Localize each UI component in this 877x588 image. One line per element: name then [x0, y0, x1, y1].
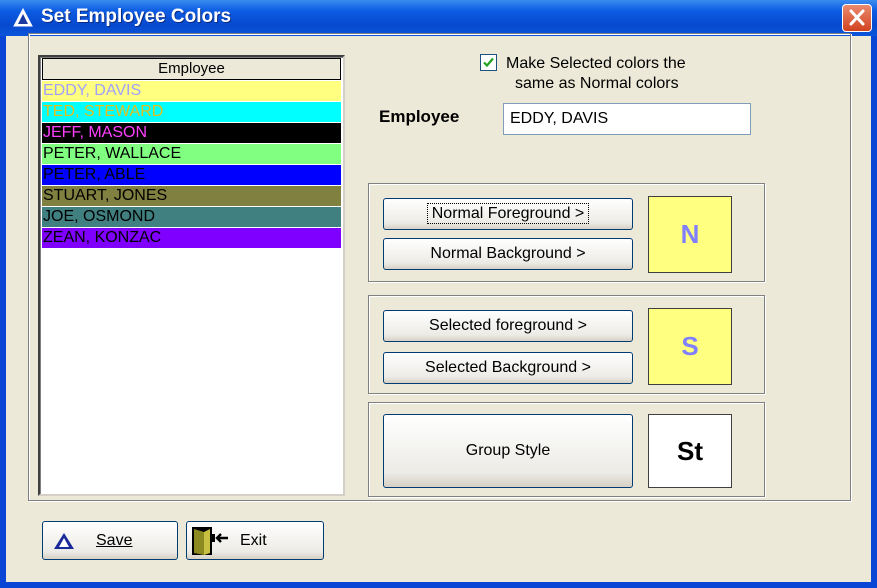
group-style-swatch: St	[648, 414, 732, 488]
checkmark-icon	[483, 57, 494, 68]
app-triangle-icon	[13, 7, 33, 27]
same-colors-label-line2: same as Normal colors	[515, 75, 679, 92]
employee-label: Employee	[379, 107, 460, 126]
employee-list-item[interactable]: EDDY, DAVIS	[42, 81, 341, 101]
employee-list-item[interactable]: TED, STEWARD	[42, 102, 341, 122]
selected-color-swatch: S	[648, 308, 732, 385]
employee-list[interactable]: Employee EDDY, DAVIS TED, STEWARD JEFF, MA…	[38, 55, 345, 496]
close-icon	[849, 9, 865, 26]
employee-list-item[interactable]: JEFF, MASON	[42, 123, 341, 143]
employee-list-item[interactable]: JOE, OSMOND	[42, 207, 341, 227]
normal-background-label: Normal Background >	[430, 245, 586, 262]
same-colors-checkbox[interactable]	[480, 54, 497, 71]
group-style-button[interactable]: Group Style	[383, 414, 633, 488]
same-colors-label-line1: Make Selected colors the	[506, 55, 686, 72]
window-title: Set Employee Colors	[41, 6, 232, 27]
save-button[interactable]: Save	[42, 521, 178, 560]
employee-list-item[interactable]: PETER, ABLE	[42, 165, 341, 185]
normal-swatch-letter: N	[680, 219, 700, 249]
employee-column-header[interactable]: Employee	[42, 58, 341, 80]
exit-button[interactable]: Exit	[186, 521, 324, 560]
selected-foreground-label: Selected foreground >	[429, 317, 587, 334]
employee-list-item[interactable]: ZEAN, KONZAC	[42, 228, 341, 248]
title-bar[interactable]: Set Employee Colors	[0, 0, 877, 36]
normal-foreground-button[interactable]: Normal Foreground >	[383, 198, 633, 230]
normal-foreground-label: Normal Foreground >	[426, 203, 590, 224]
normal-background-button[interactable]: Normal Background >	[383, 238, 633, 270]
save-triangle-icon	[54, 533, 74, 549]
close-button[interactable]	[842, 4, 872, 32]
exit-door-icon	[192, 527, 228, 555]
group-style-swatch-text: St	[677, 435, 703, 466]
save-label: Save	[96, 532, 133, 549]
exit-label: Exit	[240, 532, 267, 549]
selected-background-label: Selected Background >	[425, 359, 591, 376]
selected-foreground-button[interactable]: Selected foreground >	[383, 310, 633, 342]
same-colors-label: Make Selected colors the same as Normal …	[506, 54, 766, 94]
normal-color-swatch: N	[648, 196, 732, 273]
group-style-label: Group Style	[465, 442, 551, 459]
selected-swatch-letter: S	[681, 331, 699, 361]
employee-list-item[interactable]: PETER, WALLACE	[42, 144, 341, 164]
employee-field[interactable]: EDDY, DAVIS	[503, 103, 751, 135]
selected-background-button[interactable]: Selected Background >	[383, 352, 633, 384]
employee-list-item[interactable]: STUART, JONES	[42, 186, 341, 206]
